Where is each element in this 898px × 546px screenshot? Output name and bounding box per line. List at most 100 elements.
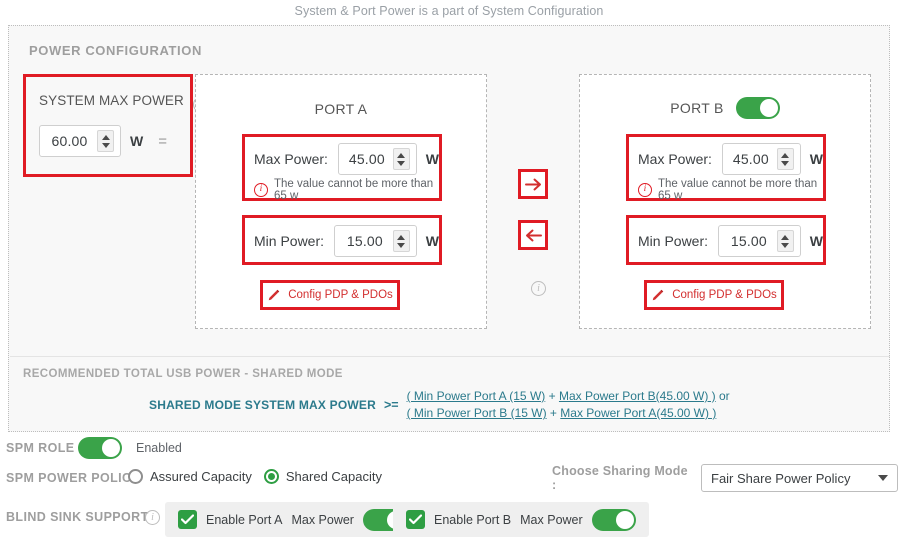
formula-line-1: ( Min Power Port A (15 W) + Max Power Po… [407, 388, 730, 405]
port-a-min-power-highlight: Min Power: 15.00 W [242, 215, 442, 265]
radio-shared-capacity-label: Shared Capacity [285, 469, 383, 484]
radio-button-icon[interactable] [128, 469, 143, 484]
port-a-config-pdp-pdos-button[interactable]: Config PDP & PDOs [260, 280, 400, 310]
port-a-max-power-highlight: Max Power: 45.00 W i The value cannot be… [242, 134, 442, 202]
port-a-max-power-toggle-label: Max Power [291, 512, 354, 527]
info-icon[interactable]: i [145, 510, 160, 525]
port-b-max-power-value[interactable]: 45.00 [725, 151, 777, 167]
port-b-header: PORT B [580, 97, 870, 119]
radio-assured-capacity-label: Assured Capacity [150, 469, 252, 484]
system-max-power-label-text: SYSTEM MAX POWER [39, 93, 184, 108]
port-a-max-power-row: Max Power: 45.00 W [245, 137, 439, 175]
enable-port-b-checkbox[interactable] [406, 510, 425, 529]
copy-b-to-a-button[interactable] [518, 220, 548, 250]
port-b-min-power-unit: W [809, 233, 823, 249]
port-a-min-power-value[interactable]: 15.00 [337, 233, 393, 249]
page-caption: System & Port Power is a part of System … [294, 4, 604, 18]
recommended-power-title: RECOMMENDED TOTAL USB POWER - SHARED MOD… [23, 368, 343, 380]
port-b-max-power-toggle[interactable] [591, 508, 636, 531]
port-a-min-power-unit: W [425, 233, 439, 249]
sharing-mode-row: Choose Sharing Mode : Fair Share Power P… [552, 464, 898, 492]
formula-line-1-right: Max Power Port B(45.00 W) ) [558, 389, 716, 403]
stepper-arrows-icon[interactable] [776, 148, 794, 170]
sharing-mode-label: Choose Sharing Mode : [552, 464, 688, 492]
radio-button-icon-selected[interactable] [263, 469, 279, 484]
system-max-power-value[interactable]: 60.00 [42, 133, 97, 149]
port-a-max-power-unit: W [425, 151, 439, 167]
spm-power-policy-label: SPM POWER POLICY [6, 471, 141, 485]
port-b-max-power-unit: W [809, 151, 823, 167]
port-b-max-power-hint: i The value cannot be more than 65 w [629, 175, 823, 202]
port-a-max-power-value[interactable]: 45.00 [341, 151, 393, 167]
port-a-min-power-stepper[interactable]: 15.00 [334, 225, 417, 257]
formula-line-2-right: Max Power Port A(45.00 W) ) [560, 406, 717, 420]
system-max-power-box: SYSTEM MAX POWER i 60.00 W = [23, 74, 208, 177]
stepper-arrows-icon[interactable] [392, 230, 410, 252]
info-icon[interactable]: i [531, 281, 546, 296]
power-configuration-panel: POWER CONFIGURATION SYSTEM MAX POWER i 6… [8, 25, 890, 432]
port-b-config-button-label: Config PDP & PDOs [672, 289, 777, 301]
info-icon: i [254, 183, 268, 197]
equals-sign: = [158, 132, 167, 150]
port-a-max-power-hint-text: The value cannot be more than 65 w [274, 178, 434, 202]
blind-sink-port-a-group: Enable Port A Max Power [165, 502, 420, 537]
toggle-knob [615, 510, 634, 529]
copy-a-to-b-button[interactable] [518, 169, 548, 199]
check-icon [409, 514, 422, 525]
radio-shared-capacity[interactable]: Shared Capacity [263, 469, 383, 484]
port-b-max-power-row: Max Power: 45.00 W [629, 137, 823, 175]
enable-port-a-checkbox[interactable] [178, 510, 197, 529]
formula-line-2-left: ( Min Power Port B (15 W) [406, 406, 547, 420]
enable-port-a-label: Enable Port A [206, 512, 283, 527]
formula-expression: ( Min Power Port A (15 W) + Max Power Po… [407, 388, 730, 422]
port-b-min-power-value[interactable]: 15.00 [721, 233, 777, 249]
port-a-min-power-row: Min Power: 15.00 W [245, 218, 439, 257]
shared-mode-formula: SHARED MODE SYSTEM MAX POWER >= ( Min Po… [149, 388, 730, 422]
port-b-min-power-row: Min Power: 15.00 W [629, 218, 823, 257]
blind-sink-port-b-group: Enable Port B Max Power [393, 502, 649, 537]
port-a-card: PORT A Max Power: 45.00 W i The value ca… [195, 74, 487, 329]
stepper-arrows-icon[interactable] [776, 230, 794, 252]
formula-line-1-plus: + [545, 389, 559, 403]
formula-line-1-left: ( Min Power Port A (15 W) [406, 389, 546, 403]
arrow-left-icon [525, 229, 542, 241]
shared-mode-formula-label: SHARED MODE SYSTEM MAX POWER [149, 398, 376, 412]
spm-role-row: Enabled [78, 437, 182, 459]
formula-line-1-suffix: or [715, 389, 730, 403]
port-b-max-power-highlight: Max Power: 45.00 W i The value cannot be… [626, 134, 826, 202]
spm-role-state: Enabled [136, 441, 182, 455]
spm-role-label: SPM ROLE [6, 441, 75, 455]
stepper-arrows-icon[interactable] [392, 148, 410, 170]
spm-power-policy-options: Assured Capacity Shared Capacity [128, 469, 382, 484]
pencil-icon [268, 289, 280, 301]
port-b-min-power-label: Min Power: [638, 233, 709, 249]
stepper-arrows-icon[interactable] [97, 130, 114, 152]
pencil-icon [652, 289, 664, 301]
panel-title: POWER CONFIGURATION [29, 43, 202, 58]
port-b-enable-toggle[interactable] [735, 97, 780, 119]
port-a-max-power-label: Max Power: [254, 151, 328, 167]
port-a-config-button-label: Config PDP & PDOs [288, 289, 393, 301]
port-b-max-power-stepper[interactable]: 45.00 [721, 143, 801, 175]
port-b-config-pdp-pdos-button[interactable]: Config PDP & PDOs [644, 280, 784, 310]
port-b-max-power-label: Max Power: [638, 151, 712, 167]
port-a-max-power-stepper[interactable]: 45.00 [337, 143, 417, 175]
info-icon: i [638, 183, 652, 197]
arrow-right-icon [524, 178, 541, 190]
port-b-min-power-stepper[interactable]: 15.00 [718, 225, 801, 257]
formula-line-2: ( Min Power Port B (15 W) + Max Power Po… [407, 405, 730, 422]
port-b-max-power-hint-text: The value cannot be more than 65 w [658, 178, 818, 202]
blind-sink-support-label: BLIND SINK SUPPORT [6, 510, 149, 524]
sharing-mode-select[interactable]: Fair Share Power Policy [701, 464, 898, 492]
system-max-power-unit: W [130, 133, 144, 149]
system-max-power-stepper[interactable]: 60.00 [39, 125, 121, 157]
port-b-card: PORT B Max Power: 45.00 W i The value ca… [579, 74, 871, 329]
system-max-power-label: SYSTEM MAX POWER i [39, 93, 208, 112]
spm-role-toggle[interactable] [78, 437, 122, 459]
port-a-min-power-label: Min Power: [254, 233, 325, 249]
section-divider [10, 356, 890, 357]
formula-operator: >= [383, 398, 399, 412]
port-a-title: PORT A [314, 101, 368, 117]
radio-assured-capacity[interactable]: Assured Capacity [128, 469, 252, 484]
system-max-power-row: 60.00 W = [39, 125, 167, 157]
